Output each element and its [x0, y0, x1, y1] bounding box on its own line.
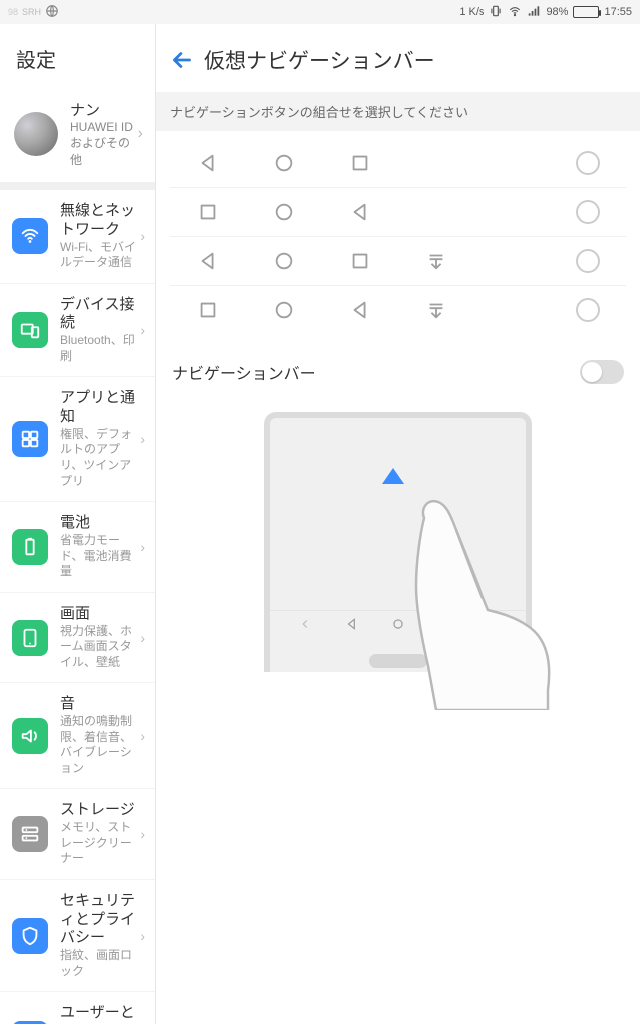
profile-sub: HUAWEI IDおよびその他 [70, 120, 138, 168]
sidebar-item-security[interactable]: セキュリティとプライバシー 指紋、画面ロック › [0, 880, 155, 992]
nav-back-icon [322, 299, 398, 321]
security-icon [12, 918, 48, 954]
nav-home-icon [246, 250, 322, 272]
nav-home-icon [246, 152, 322, 174]
net-speed: 1 K/s [459, 6, 484, 18]
nav-option-row-0[interactable] [170, 139, 626, 188]
sidebar-item-title: 画面 [60, 605, 140, 624]
gesture-preview [156, 402, 640, 1024]
sidebar-item-sound[interactable]: 音 通知の鳴動制限、着信音、バイブレーション › [0, 683, 155, 789]
battery-icon [573, 6, 599, 18]
nav-recent-icon [170, 299, 246, 321]
chevron-right-icon: › [140, 928, 149, 944]
chevron-right-icon: › [140, 228, 149, 244]
sidebar-item-battery[interactable]: 電池 省電力モード、電池消費量 › [0, 502, 155, 593]
chevron-right-icon: › [140, 728, 149, 744]
phone-frame [264, 412, 532, 672]
nav-recent-icon [170, 201, 246, 223]
status-text-1: 98 [8, 7, 18, 17]
radio-button[interactable] [550, 200, 626, 224]
chevron-right-icon: › [140, 322, 149, 338]
sidebar-item-title: デバイス接続 [60, 296, 140, 334]
chevron-right-icon: › [138, 125, 147, 143]
toggle-switch[interactable] [580, 360, 624, 384]
sidebar-item-apps[interactable]: アプリと通知 権限、デフォルトのアプリ、ツインアプリ › [0, 377, 155, 502]
nav-back-icon [170, 152, 246, 174]
radio-button[interactable] [550, 151, 626, 175]
sidebar-item-title: セキュリティとプライバシー [60, 892, 140, 948]
toggle-label: ナビゲーションバー [172, 360, 316, 384]
status-text-2: SRH [22, 7, 41, 17]
page-title: 仮想ナビゲーションバー [204, 45, 435, 75]
back-button[interactable] [164, 42, 200, 78]
status-bar: 98 SRH 1 K/s 98% 17:55 [0, 0, 640, 24]
profile-row[interactable]: ナン HUAWEI IDおよびその他 › [0, 89, 155, 190]
sidebar-item-sub: 指紋、画面ロック [60, 948, 140, 979]
settings-pane: 設定 ナン HUAWEI IDおよびその他 › 無線とネットワーク Wi-Fi、… [0, 24, 156, 1024]
signal-icon [527, 4, 541, 21]
sidebar-item-title: アプリと通知 [60, 389, 140, 427]
sidebar-item-title: ストレージ [60, 801, 140, 820]
sidebar-item-devices[interactable]: デバイス接続 Bluetooth、印刷 › [0, 284, 155, 378]
nav-option-row-2[interactable] [170, 237, 626, 286]
sound-icon [12, 718, 48, 754]
chevron-right-icon: › [140, 539, 149, 555]
preview-chevron-icon [298, 617, 312, 631]
sidebar-item-sub: Wi-Fi、モバイルデータ通信 [60, 240, 140, 271]
avatar [14, 112, 58, 156]
wifi-icon [508, 4, 522, 21]
detail-pane: 仮想ナビゲーションバー ナビゲーションボタンの組合せを選択してください ナビゲー… [156, 24, 640, 1024]
chevron-right-icon: › [140, 630, 149, 646]
clock: 17:55 [604, 6, 632, 18]
apps-icon [12, 421, 48, 457]
nav-back-icon [322, 201, 398, 223]
sidebar-item-sub: 権限、デフォルトのアプリ、ツインアプリ [60, 427, 140, 489]
sidebar-item-title: 無線とネットワーク [60, 202, 140, 240]
settings-heading: 設定 [0, 24, 155, 89]
chevron-right-icon: › [140, 431, 149, 447]
section-caption: ナビゲーションボタンの組合せを選択してください [156, 92, 640, 131]
storage-icon [12, 816, 48, 852]
sidebar-item-sub: メモリ、ストレージクリーナー [60, 820, 140, 867]
sidebar-item-user[interactable]: ユーザーとアカウント ユーザー、アカウント › [0, 992, 155, 1024]
nav-notif-icon [398, 250, 474, 272]
sidebar-item-wifi[interactable]: 無線とネットワーク Wi-Fi、モバイルデータ通信 › [0, 190, 155, 284]
battery-pct: 98% [546, 6, 568, 18]
nav-option-row-1[interactable] [170, 188, 626, 237]
nav-recent-icon [322, 250, 398, 272]
display-icon [12, 620, 48, 656]
battery-icon [12, 529, 48, 565]
nav-back-icon [170, 250, 246, 272]
sidebar-item-sub: Bluetooth、印刷 [60, 333, 140, 364]
nav-home-icon [246, 201, 322, 223]
sidebar-item-sub: 省電力モード、電池消費量 [60, 533, 140, 580]
sidebar-item-storage[interactable]: ストレージ メモリ、ストレージクリーナー › [0, 789, 155, 880]
profile-name: ナン [70, 99, 138, 120]
radio-button[interactable] [550, 298, 626, 322]
sidebar-item-title: 電池 [60, 514, 140, 533]
vibrate-icon [489, 4, 503, 21]
radio-button[interactable] [550, 249, 626, 273]
finger-icon [376, 490, 556, 710]
nav-home-icon [246, 299, 322, 321]
nav-bar-toggle-row[interactable]: ナビゲーションバー [156, 342, 640, 402]
devices-icon [12, 312, 48, 348]
nav-recent-icon [322, 152, 398, 174]
nav-option-row-3[interactable] [170, 286, 626, 334]
sidebar-item-display[interactable]: 画面 視力保護、ホーム画面スタイル、壁紙 › [0, 593, 155, 684]
chevron-right-icon: › [140, 826, 149, 842]
wifi-icon [12, 218, 48, 254]
globe-icon [45, 4, 59, 21]
preview-back-icon [345, 617, 359, 631]
nav-notif-icon [398, 299, 474, 321]
sidebar-item-sub: 通知の鳴動制限、着信音、バイブレーション [60, 714, 140, 776]
sidebar-item-sub: 視力保護、ホーム画面スタイル、壁紙 [60, 624, 140, 671]
sidebar-item-title: 音 [60, 695, 140, 714]
sidebar-item-title: ユーザーとアカウント [60, 1004, 140, 1024]
